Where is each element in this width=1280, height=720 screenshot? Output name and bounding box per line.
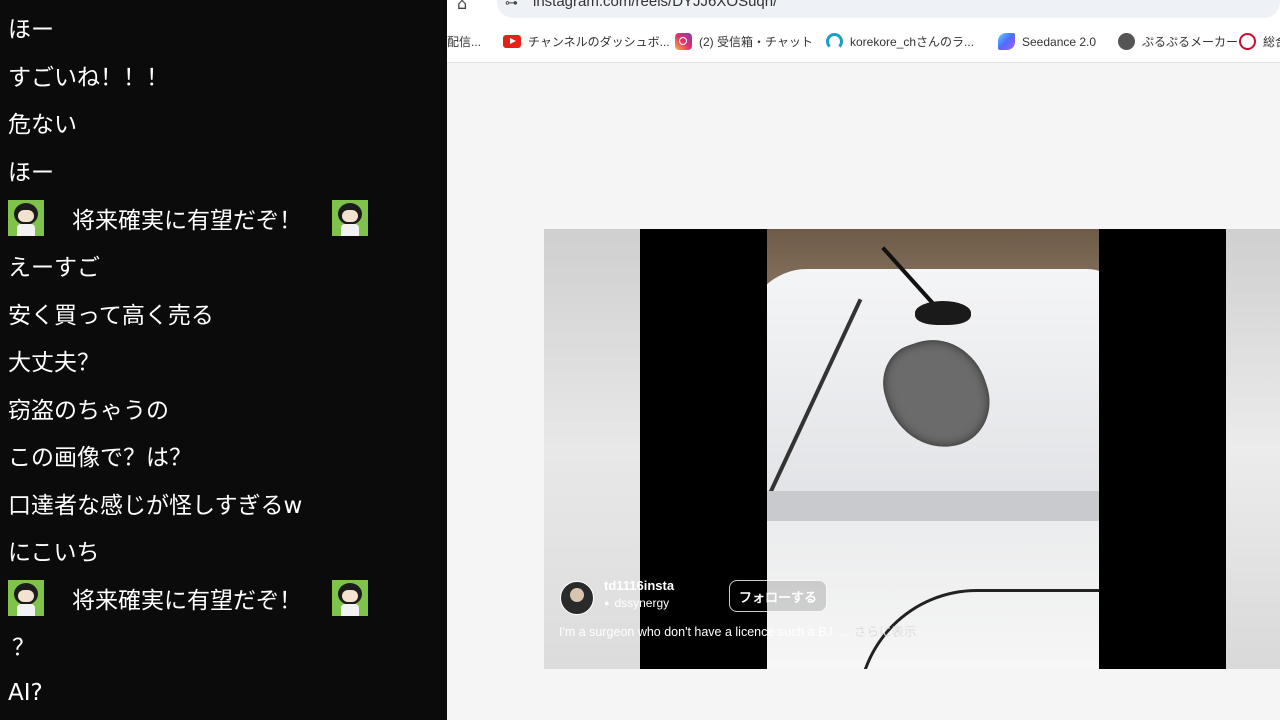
bookmark-item[interactable]: 配信... — [447, 33, 481, 50]
chat-message-text: 将来確実に有望だぞ！ — [72, 588, 302, 614]
sticker-icon — [332, 200, 368, 236]
chat-message-sticker: 将来確実に有望だぞ！ — [8, 198, 368, 238]
sticker-icon — [8, 200, 44, 236]
site-settings-icon[interactable]: ⊶ — [505, 0, 518, 11]
bookmark-label: (2) 受信箱・チャット — [699, 35, 813, 49]
chat-message-text: 将来確実に有望だぞ！ — [72, 208, 302, 234]
chat-message: 大丈夫？ — [8, 350, 100, 376]
chat-message: ほー — [8, 17, 54, 43]
chat-panel: ほー すごいね！！！ 危ない ほー 将来確実に有望だぞ！ えーすご 安く買って高… — [0, 0, 447, 720]
chat-message: 危ない — [8, 112, 77, 138]
chat-message: えーすご — [8, 255, 100, 281]
browser-window: ⌂ ⊶ instagram.com/reels/DYJJ6XOSuqh/ 配信.… — [447, 0, 1280, 720]
chat-message: AI? — [8, 680, 43, 706]
reel-viewer[interactable]: td1116insta ● dssynergy フォローする I'm a surg… — [544, 229, 1280, 669]
person-icon: ● — [604, 598, 610, 608]
avatar[interactable] — [560, 581, 594, 615]
globe-icon — [1118, 33, 1135, 50]
bookmark-label: ぷるぷるメーカー — [1142, 35, 1239, 49]
bookmark-item[interactable]: 総合 — [1239, 33, 1280, 50]
caption-text: I'm a surgeon who don't have a licence s… — [559, 625, 851, 639]
chat-message: ほー — [8, 160, 54, 186]
show-more-link[interactable]: さらに表示 — [854, 625, 917, 639]
bookmark-label: korekore_chさんのラ... — [850, 35, 975, 49]
sticker-icon — [8, 580, 44, 616]
bookmark-item[interactable]: Seedance 2.0 — [998, 33, 1096, 50]
reel-caption: I'm a surgeon who don't have a licence s… — [559, 621, 917, 640]
bookmark-item[interactable]: (2) 受信箱・チャット — [675, 33, 813, 50]
reel-collab[interactable]: ● dssynergy — [604, 596, 669, 610]
bookmark-label: 配信... — [447, 35, 482, 49]
youtube-icon — [503, 35, 521, 48]
bookmark-item[interactable]: チャンネルのダッシュボ... — [503, 33, 670, 50]
reel-username[interactable]: td1116insta — [604, 578, 674, 593]
bookmark-label: チャンネルのダッシュボ... — [528, 35, 670, 49]
red-circle-icon — [1239, 33, 1256, 50]
reel-info-overlay: td1116insta ● dssynergy フォローする I'm a surg… — [544, 569, 1280, 669]
url-text[interactable]: instagram.com/reels/DYJJ6XOSuqh/ — [533, 0, 777, 10]
car-window — [767, 491, 1099, 521]
chat-message: 窃盗のちゃうの — [8, 398, 169, 424]
chat-message: 口達者な感じが怪しすぎるw — [8, 493, 303, 519]
chat-message: にこいち — [8, 540, 100, 566]
instagram-icon — [675, 33, 692, 50]
seedance-icon — [998, 33, 1015, 50]
bookmark-item[interactable]: ぷるぷるメーカー — [1118, 33, 1238, 50]
chat-message: 安く買って高く売る — [8, 303, 214, 329]
antenna-base — [915, 301, 971, 325]
follow-button[interactable]: フォローする — [729, 580, 827, 612]
chat-message: この画像で？は？ — [8, 445, 192, 471]
bookmark-label: Seedance 2.0 — [1022, 34, 1097, 49]
chat-message: ？ — [12, 635, 35, 661]
bookmark-label: 総合 — [1263, 35, 1280, 49]
sticker-icon — [332, 580, 368, 616]
arc-icon — [826, 33, 843, 50]
browser-toolbar: ⌂ ⊶ instagram.com/reels/DYJJ6XOSuqh/ — [447, 0, 1280, 22]
home-icon[interactable]: ⌂ — [457, 0, 467, 13]
collab-name: dssynergy — [614, 596, 670, 610]
chat-message: すごいね！！！ — [8, 65, 169, 91]
bookmark-item[interactable]: korekore_chさんのラ... — [826, 33, 974, 50]
bookmarks-bar: 配信... チャンネルのダッシュボ... (2) 受信箱・チャット koreko… — [447, 22, 1280, 63]
chat-message-sticker: 将来確実に有望だぞ！ — [8, 578, 368, 618]
